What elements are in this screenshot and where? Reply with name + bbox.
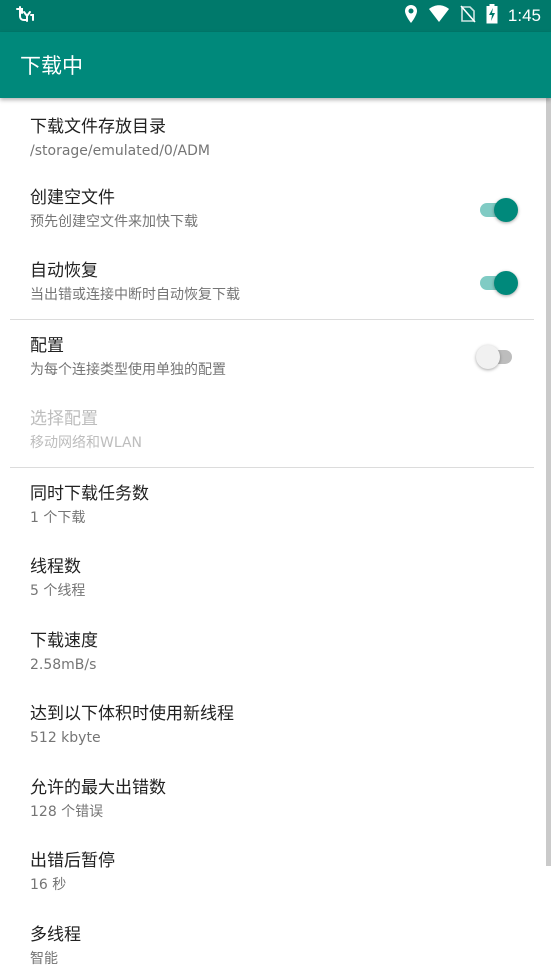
switch-thumb bbox=[476, 345, 500, 369]
pref-download-directory[interactable]: 下载文件存放目录 /storage/emulated/0/ADM bbox=[0, 98, 544, 173]
pref-title: 多线程 bbox=[30, 924, 81, 945]
pref-new-thread-size[interactable]: 达到以下体积时使用新线程 512 kbyte bbox=[0, 689, 544, 762]
pref-summary: 16 秒 bbox=[30, 877, 67, 893]
pref-select-profile: 选择配置 移动网络和WLAN bbox=[0, 394, 544, 467]
pref-title: 自动恢复 bbox=[30, 261, 98, 281]
battery-charging-icon bbox=[486, 4, 498, 28]
pref-download-speed[interactable]: 下载速度 2.58mB/s bbox=[0, 615, 544, 689]
pref-title: 达到以下体积时使用新线程 bbox=[30, 704, 234, 724]
pref-pause-after-error[interactable]: 出错后暂停 16 秒 bbox=[0, 836, 544, 909]
pref-summary: /storage/emulated/0/ADM bbox=[30, 143, 210, 159]
switch-thumb bbox=[494, 197, 518, 222]
page-title: 下载中 bbox=[20, 54, 83, 78]
pref-summary: 5 个线程 bbox=[30, 583, 86, 599]
pref-profiles[interactable]: 配置 为每个连接类型使用单独的配置 bbox=[0, 320, 544, 394]
settings-list[interactable]: 下载文件存放目录 /storage/emulated/0/ADM 创建空文件 预… bbox=[0, 98, 551, 979]
pref-auto-resume[interactable]: 自动恢复 当出错或连接中断时自动恢复下载 bbox=[0, 246, 544, 319]
pref-title: 同时下载任务数 bbox=[30, 483, 149, 504]
create-empty-file-switch[interactable] bbox=[476, 197, 518, 223]
auto-resume-switch[interactable] bbox=[476, 270, 518, 296]
pref-create-empty-file[interactable]: 创建空文件 预先创建空文件来加快下载 bbox=[0, 173, 544, 246]
status-time: 1:45 bbox=[507, 6, 541, 25]
pref-summary: 128 个错误 bbox=[30, 803, 104, 820]
pref-title: 下载文件存放目录 bbox=[30, 117, 166, 137]
pref-title: 允许的最大出错数 bbox=[30, 777, 166, 798]
pref-title: 配置 bbox=[30, 335, 64, 356]
pref-multithreading[interactable]: 多线程 智能 bbox=[0, 909, 544, 979]
pref-max-errors[interactable]: 允许的最大出错数 128 个错误 bbox=[0, 762, 544, 836]
wifi-icon bbox=[428, 5, 450, 27]
profiles-switch[interactable] bbox=[476, 344, 516, 370]
pref-title: 选择配置 bbox=[30, 409, 98, 429]
pref-summary: 1 个下载 bbox=[30, 509, 86, 526]
pref-simultaneous-downloads[interactable]: 同时下载任务数 1 个下载 bbox=[0, 468, 544, 542]
app-bar: 下载中 bbox=[0, 32, 551, 98]
pref-summary: 移动网络和WLAN bbox=[30, 435, 143, 451]
scrollbar[interactable] bbox=[546, 98, 551, 866]
usb-debug-icon bbox=[14, 4, 36, 28]
pref-summary: 2.58mB/s bbox=[30, 656, 97, 673]
status-bar: 1:45 bbox=[0, 0, 551, 32]
pref-summary: 当出错或连接中断时自动恢复下载 bbox=[30, 287, 240, 303]
pref-title: 下载速度 bbox=[30, 630, 98, 651]
pref-thread-count[interactable]: 线程数 5 个线程 bbox=[0, 542, 544, 615]
switch-thumb bbox=[494, 270, 518, 295]
pref-title: 线程数 bbox=[30, 557, 81, 577]
no-sim-icon bbox=[460, 5, 476, 27]
pref-summary: 512 kbyte bbox=[30, 730, 101, 746]
pref-title: 出错后暂停 bbox=[30, 851, 115, 871]
location-icon bbox=[404, 4, 418, 28]
pref-summary: 预先创建空文件来加快下载 bbox=[30, 214, 198, 230]
pref-summary: 为每个连接类型使用单独的配置 bbox=[30, 361, 226, 378]
pref-summary: 智能 bbox=[30, 950, 58, 967]
pref-title: 创建空文件 bbox=[30, 188, 115, 208]
